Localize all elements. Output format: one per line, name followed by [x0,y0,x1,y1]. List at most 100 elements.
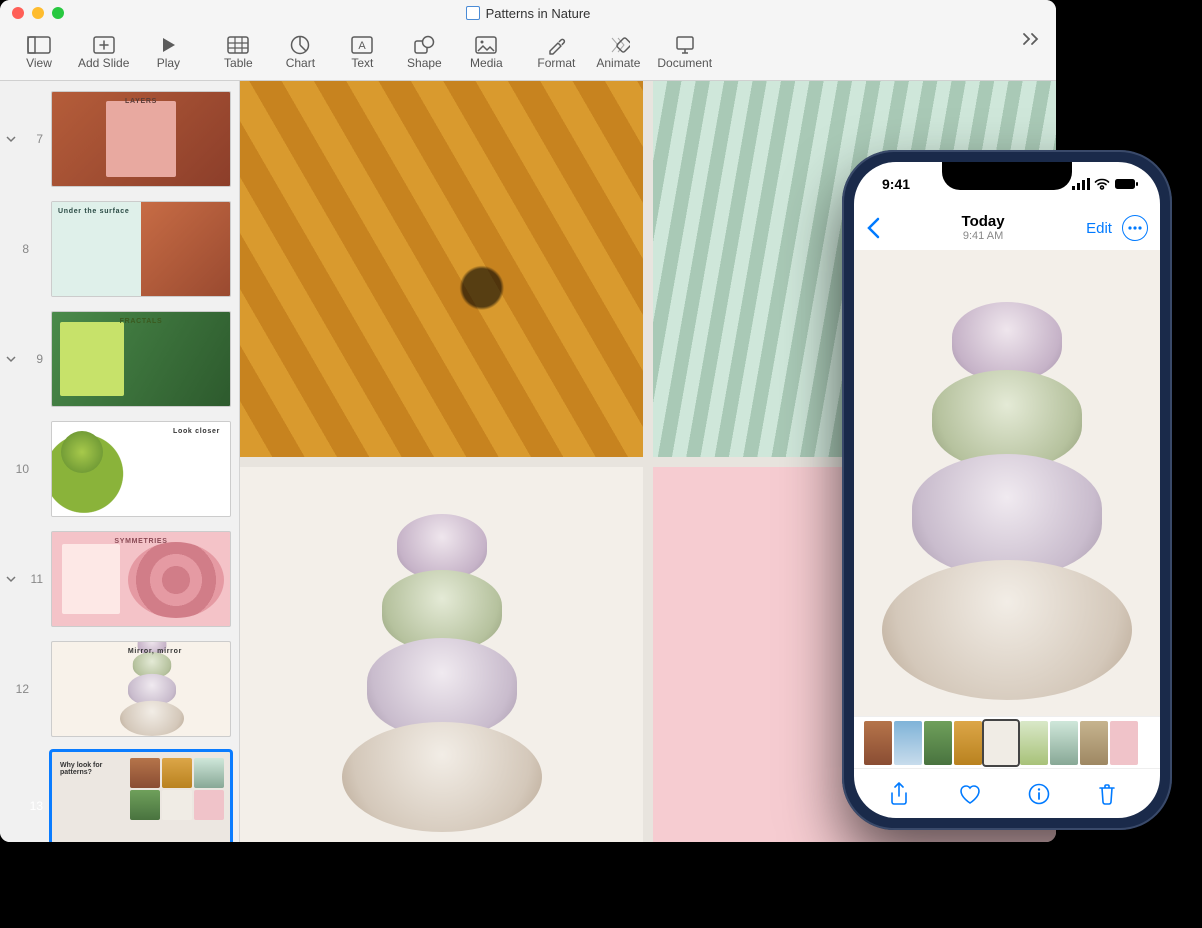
favorite-button[interactable] [958,783,986,805]
delete-button[interactable] [1097,782,1125,806]
slide-thumbnail-13[interactable]: 13 Why look for patterns? [6,749,233,842]
chart-label: Chart [286,56,315,70]
view-button[interactable]: View [10,32,68,72]
iphone-notch [942,162,1072,190]
photos-toolbar [854,768,1160,818]
filmstrip-thumb[interactable] [864,721,892,765]
table-label: Table [224,56,253,70]
animate-button[interactable]: Animate [589,32,647,72]
iphone-screen: 9:41 Today 9:41 AM Edit [854,162,1160,818]
filmstrip-thumb[interactable] [894,721,922,765]
window-title-text: Patterns in Nature [486,6,591,21]
filmstrip-thumb[interactable] [1110,721,1138,765]
play-label: Play [157,56,180,70]
chart-icon [287,34,313,56]
media-icon [473,34,499,56]
media-button[interactable]: Media [457,32,515,72]
animate-label: Animate [596,56,640,70]
slide-title: Why look for patterns? [60,762,120,776]
slide-thumbnail-10[interactable]: 10 Look closer [6,419,233,519]
slide-number: 8 [18,242,29,256]
add-slide-button[interactable]: Add Slide [72,32,135,72]
text-button[interactable]: A Text [333,32,391,72]
share-icon [889,782,909,806]
add-slide-label: Add Slide [78,56,129,70]
slide-number: 11 [24,572,43,586]
chevron-left-icon [866,217,880,239]
table-icon [225,34,251,56]
canvas-image-honeycomb[interactable] [240,81,643,457]
slide-title: Under the surface [58,208,129,215]
animate-icon [605,34,631,56]
slide-number: 12 [16,682,29,696]
canvas-image-shells[interactable] [240,467,643,843]
slide-navigator[interactable]: 7 LAYERS 8 Under the surface 9 [0,81,240,842]
more-button[interactable] [1122,215,1148,241]
disclosure-icon[interactable] [6,354,18,364]
format-button[interactable]: Format [527,32,585,72]
chart-button[interactable]: Chart [271,32,329,72]
slide-title: SYMMETRIES [52,538,230,545]
slide-number: 9 [24,352,43,366]
shape-button[interactable]: Shape [395,32,453,72]
slide-thumbnail-9[interactable]: 9 FRACTALS [6,309,233,409]
photo-viewer[interactable] [854,250,1160,716]
view-label: View [26,56,52,70]
slide-number: 13 [24,799,43,813]
view-icon [26,34,52,56]
document-button[interactable]: Document [651,32,718,72]
disclosure-icon[interactable] [6,134,18,144]
format-icon [543,34,569,56]
play-icon [155,34,181,56]
shape-icon [411,34,437,56]
cellular-icon [1072,178,1090,190]
slide-thumbnail-11[interactable]: 11 SYMMETRIES [6,529,233,629]
edit-button[interactable]: Edit [1086,220,1112,237]
slide-title: FRACTALS [52,318,230,325]
share-button[interactable] [889,782,917,806]
document-label: Document [657,56,712,70]
info-button[interactable] [1028,783,1056,805]
slide-title: Mirror, mirror [128,648,182,655]
document-icon [466,6,480,20]
text-icon: A [349,34,375,56]
disclosure-icon[interactable] [6,574,18,584]
slide-thumbnail-12[interactable]: 12 Mirror, mirror [6,639,233,739]
photo-filmstrip[interactable] [854,716,1160,768]
slide-title: LAYERS [52,98,230,105]
window-title: Patterns in Nature [0,6,1056,21]
filmstrip-thumb[interactable] [1080,721,1108,765]
toolbar-overflow-button[interactable] [1016,32,1046,46]
document-settings-icon [672,34,698,56]
table-button[interactable]: Table [209,32,267,72]
filmstrip-thumb-selected[interactable] [984,721,1018,765]
play-button[interactable]: Play [139,32,197,72]
wifi-icon [1094,178,1110,190]
filmstrip-thumb[interactable] [1020,721,1048,765]
chevron-right-icon [1020,32,1042,46]
status-icons [1072,178,1138,190]
slide-number: 10 [16,462,29,476]
slide-thumbnail-7[interactable]: 7 LAYERS [6,89,233,189]
slide-title: Look closer [173,428,220,435]
svg-text:A: A [359,40,367,52]
iphone-device: 9:41 Today 9:41 AM Edit [842,150,1172,830]
photos-title-text: Today [962,214,1005,231]
filmstrip-thumb[interactable] [924,721,952,765]
media-label: Media [470,56,503,70]
slide-thumbnail-8[interactable]: 8 Under the surface [6,199,233,299]
text-label: Text [351,56,373,70]
trash-icon [1097,782,1117,806]
filmstrip-thumb[interactable] [1050,721,1078,765]
info-icon [1028,783,1050,805]
status-time: 9:41 [882,176,910,192]
slide-number: 7 [24,132,43,146]
toolbar: View Add Slide Play Table Chart [0,26,1056,81]
battery-icon [1114,178,1138,190]
photos-header: Today 9:41 AM Edit [854,206,1160,250]
titlebar: Patterns in Nature [0,0,1056,26]
photos-subtitle-text: 9:41 AM [962,230,1005,242]
format-label: Format [537,56,575,70]
filmstrip-thumb[interactable] [954,721,982,765]
back-button[interactable] [866,217,880,239]
